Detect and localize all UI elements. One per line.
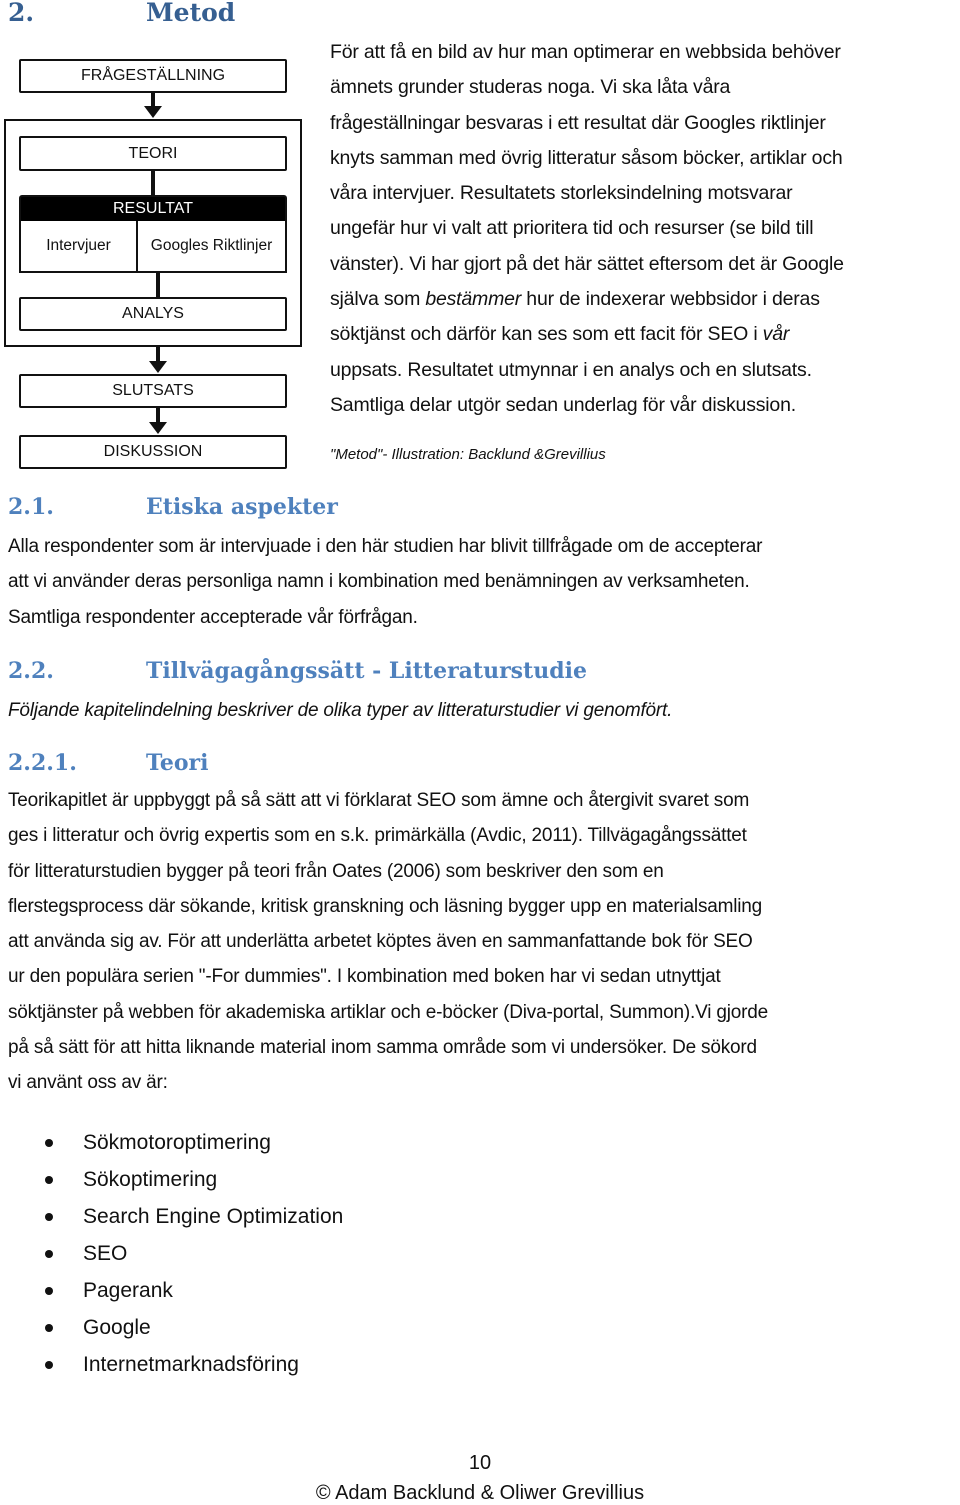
text-run: söktjänst och därför kan ses som ett fac… [330, 323, 763, 346]
list-item-label: Internetmarknadsföring [83, 1353, 299, 1376]
connector-line [156, 273, 160, 299]
diagram-box-result: RESULTAT [19, 195, 287, 223]
page-number: 10 [468, 1452, 492, 1474]
text-line: söktjänster på webben för akademiska art… [8, 1001, 768, 1023]
theory-paragraph: Teorikapitlet är uppbyggt på så sätt att… [8, 783, 960, 1101]
arrow-down-icon [144, 106, 162, 118]
heading-teori: 2.2.1. Teori [8, 750, 708, 780]
heading-number: 2.2.1. [8, 750, 77, 776]
diagram-box-guidelines: Googles Riktlinjer [136, 221, 287, 273]
bullet-icon [45, 1250, 53, 1258]
text-line: ämnets grunder studeras noga. Vi ska låt… [330, 76, 731, 99]
text-line: knyts samman med övrig litteratur såsom … [330, 146, 843, 169]
arrow-down-icon [149, 422, 167, 434]
text-line: För att få en bild av hur man optimerar … [330, 41, 841, 63]
heading-tillvagagangssatt: 2.2. Tillvägagångssätt - Litteraturstudi… [8, 658, 708, 688]
diagram-label: Intervjuer [46, 237, 111, 254]
text-line: Alla respondenter som är intervjuade i d… [8, 536, 763, 557]
diagram-label: FRÅGESTÄLLNING [80, 67, 226, 84]
bullet-icon [45, 1361, 53, 1369]
emphasis-text: vår [762, 323, 790, 346]
heading-title: Etiska aspekter [146, 494, 338, 520]
text-line: söktjänst och därför kan ses som ett fac… [330, 317, 960, 352]
text-line: ungefär hur vi valt att prioritera tid o… [330, 217, 814, 240]
method-diagram: FRÅGESTÄLLNING TEORI RESULTAT Intervjuer… [0, 40, 320, 480]
text-line: frågeställningar besvaras i ett resultat… [330, 111, 826, 134]
text-run: själva som [330, 288, 426, 311]
list-item: Internetmarknadsföring [0, 1346, 343, 1383]
text-line: ges i litteratur och övrig expertis som … [8, 825, 747, 847]
heading-title: Metod [146, 0, 236, 27]
text-line: Följande kapitelindelning beskriver de o… [8, 700, 673, 721]
heading-number: 2.2. [8, 658, 54, 684]
text-line: uppsats. Resultatet utmynnar i en analys… [330, 358, 812, 381]
list-item: SEO [0, 1235, 343, 1272]
text-line: flerstegsprocess där sökande, kritisk gr… [8, 895, 763, 917]
diagram-box-theory: TEORI [19, 136, 287, 171]
list-item-label: Search Engine Optimization [83, 1205, 344, 1228]
list-item: Google [0, 1309, 343, 1346]
text-line: vänster). Vi har gjort på det här sättet… [330, 252, 844, 275]
diagram-label: RESULTAT [112, 200, 193, 217]
diagram-label: TEORI [128, 144, 178, 162]
figure-caption: "Metod"- Illustration: Backlund &Grevill… [330, 446, 606, 463]
keyword-list: Sökmotoroptimering Sökoptimering Search … [0, 1124, 343, 1383]
intro-paragraph: För att få en bild av hur man optimerar … [330, 35, 960, 423]
heading-metod: 2. Metod [8, 0, 408, 30]
diagram-label: SLUTSATS [112, 382, 194, 399]
diagram-label: DISKUSSION [103, 443, 203, 460]
heading-etiska-aspekter: 2.1. Etiska aspekter [8, 494, 708, 524]
heading-title: Teori [146, 750, 209, 776]
list-item-label: Sökmotoroptimering [83, 1131, 271, 1154]
heading-number: 2.1. [8, 494, 54, 520]
list-item-label: Google [83, 1316, 151, 1339]
diagram-box-conclusion: SLUTSATS [19, 374, 287, 408]
diagram-box-interviews: Intervjuer [19, 221, 138, 273]
text-line: Samtliga delar utgör sedan underlag för … [330, 393, 796, 416]
list-item-label: Pagerank [83, 1279, 173, 1302]
diagram-box-analysis: ANALYS [19, 297, 287, 331]
diagram-box-discussion: DISKUSSION [19, 435, 287, 469]
list-item: Sökoptimering [0, 1161, 343, 1198]
bullet-icon [45, 1213, 53, 1221]
text-run: hur de indexerar webbsidor i deras [521, 288, 820, 311]
arrow-down-icon [149, 361, 167, 373]
list-item: Pagerank [0, 1272, 343, 1309]
diagram-label: ANALYS [122, 305, 184, 322]
text-line: ur den populära serien "-For dummies". I… [8, 966, 721, 988]
text-line: att vi använder deras personliga namn i … [8, 571, 750, 593]
bullet-icon [45, 1139, 53, 1147]
connector-line [151, 171, 155, 197]
literature-intro: Följande kapitelindelning beskriver de o… [8, 693, 960, 728]
text-line: för litteraturstudien bygger på teori fr… [8, 860, 664, 882]
diagram-label: Googles Riktlinjer [150, 237, 273, 254]
bullet-icon [45, 1324, 53, 1332]
bullet-icon [45, 1176, 53, 1184]
bullet-icon [45, 1287, 53, 1295]
list-item-label: Sökoptimering [83, 1168, 218, 1191]
copyright-notice: © Adam Backlund & Oliwer Grevillius [315, 1482, 645, 1504]
text-line: Samtliga respondenter accepterade vår fö… [8, 606, 418, 628]
list-item-label: SEO [83, 1242, 128, 1265]
list-item: Search Engine Optimization [0, 1198, 343, 1235]
text-line: våra intervjuer. Resultatets storleksind… [330, 182, 793, 205]
text-line: vi använt oss av är: [8, 1072, 168, 1094]
heading-number: 2. [8, 0, 35, 27]
text-line: Teorikapitlet är uppbyggt på så sätt att… [8, 790, 750, 811]
list-item: Sökmotoroptimering [0, 1124, 343, 1161]
text-line: att använda sig av. För att underlätta a… [8, 931, 753, 953]
text-line: själva som bestämmer hur de indexerar we… [330, 282, 960, 317]
emphasis-text: bestämmer [425, 288, 522, 311]
ethics-paragraph: Alla respondenter som är intervjuade i d… [8, 529, 960, 635]
diagram-box-question: FRÅGESTÄLLNING [19, 59, 287, 93]
connector-line [151, 93, 155, 107]
text-line: på så sätt för att hitta liknande materi… [8, 1037, 757, 1059]
heading-title: Tillvägagångssätt - Litteraturstudie [146, 658, 587, 684]
